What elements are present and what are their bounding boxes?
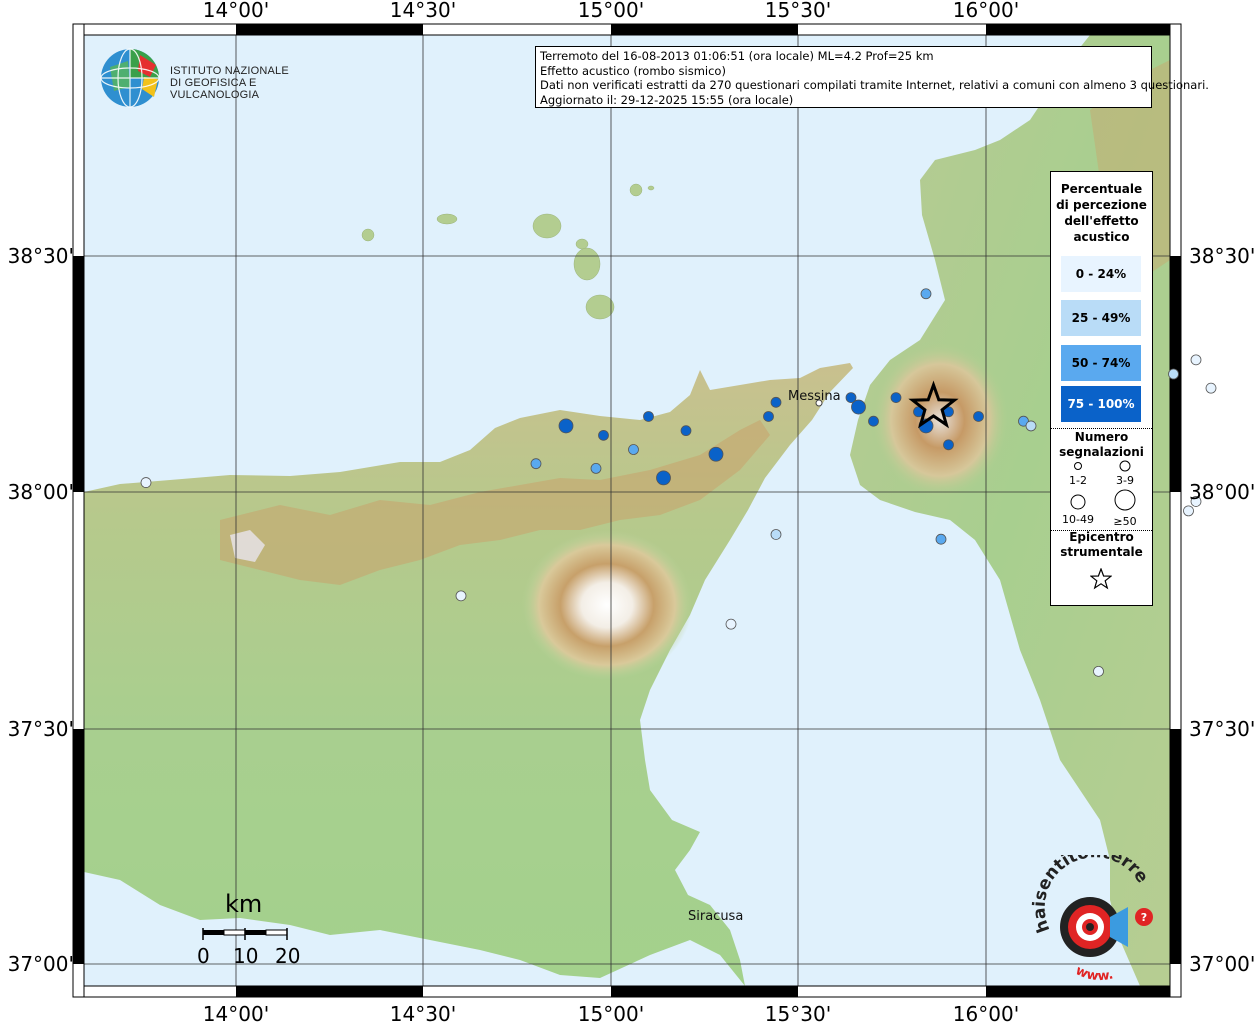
observation-point bbox=[558, 418, 574, 434]
legend-divider-1 bbox=[1051, 428, 1152, 429]
lon-tick-top-3: 15°00' bbox=[577, 0, 645, 22]
scale-label-0: 0 bbox=[197, 944, 210, 968]
observation-point bbox=[935, 533, 947, 545]
scale-unit: km bbox=[225, 890, 263, 918]
lat-tick-right-3: 37°30' bbox=[1189, 717, 1254, 741]
lon-tick-bottom-4: 15°30' bbox=[764, 1002, 832, 1026]
observation-point bbox=[656, 470, 671, 486]
observation-point bbox=[530, 458, 542, 470]
event-disclaimer: Dati non verificati estratti da 270 ques… bbox=[540, 78, 1209, 92]
observation-point bbox=[890, 392, 902, 404]
haisentito-logo: ? haisentitoilterremoto.it www. bbox=[1021, 840, 1170, 985]
observation-point bbox=[725, 618, 737, 630]
scale-bar-graphic bbox=[202, 928, 288, 940]
haisentito-target-icon: ? haisentitoilterremoto.it www. bbox=[1021, 840, 1153, 984]
legend-size-4: ≥50 bbox=[1113, 515, 1137, 528]
observation-point bbox=[1168, 368, 1179, 380]
lon-tick-bottom-3: 15°00' bbox=[577, 1002, 645, 1026]
observation-point bbox=[1183, 505, 1194, 517]
observation-point bbox=[590, 462, 602, 474]
observation-point bbox=[628, 444, 639, 455]
event-updated: Aggiornato il: 29-12-2025 15:55 (ora loc… bbox=[540, 92, 794, 107]
etna bbox=[522, 530, 692, 680]
legend-size-title: Numero segnalazioni bbox=[1059, 430, 1144, 459]
lon-tick-bottom-1: 14°00' bbox=[202, 1002, 270, 1026]
lon-tick-bottom-5: 16°00' bbox=[952, 1002, 1020, 1026]
observation-point bbox=[680, 425, 692, 437]
lon-tick-top-4: 15°30' bbox=[764, 0, 832, 22]
observation-point bbox=[920, 288, 932, 300]
haisentito-logo-www: www. bbox=[1073, 963, 1115, 984]
scale-label-10: 10 bbox=[233, 944, 259, 968]
observation-point bbox=[1205, 382, 1217, 394]
lat-tick-left-4: 37°00' bbox=[7, 952, 74, 976]
scale-bar: km 0 10 20 bbox=[195, 890, 315, 970]
event-effect: Effetto acustico (rombo sismico) bbox=[540, 63, 726, 78]
observation-point bbox=[708, 446, 724, 462]
event-info-box: Terremoto del 16-08-2013 01:06:51 (ora l… bbox=[535, 46, 1209, 108]
ingv-name-line1: ISTITUTO NAZIONALE bbox=[170, 65, 289, 77]
legend: Percentuale di percezione dell'effetto a… bbox=[1050, 171, 1153, 606]
lat-tick-left-2: 38°00' bbox=[7, 480, 74, 504]
legend-size-1: 1-2 bbox=[1069, 474, 1087, 487]
observation-point bbox=[455, 590, 467, 602]
observation-point bbox=[140, 477, 152, 488]
legend-class-3: 75 - 100% bbox=[1061, 386, 1141, 422]
observation-point bbox=[851, 399, 866, 415]
lat-tick-left-1: 38°30' bbox=[7, 244, 74, 268]
scale-label-20: 20 bbox=[275, 944, 301, 968]
legend-class-2: 50 - 74% bbox=[1061, 345, 1141, 381]
legend-star-icon bbox=[1090, 568, 1112, 590]
lat-tick-left-3: 37°30' bbox=[7, 717, 74, 741]
legend-size-3: 10-49 bbox=[1062, 513, 1094, 526]
ingv-name: ISTITUTO NAZIONALE DI GEOFISICA E VULCAN… bbox=[170, 65, 340, 101]
legend-class-1: 25 - 49% bbox=[1061, 300, 1141, 336]
event-title: Terremoto del 16-08-2013 01:06:51 (ora l… bbox=[540, 49, 934, 63]
lat-tick-right-2: 38°00' bbox=[1189, 480, 1254, 504]
observation-point bbox=[1025, 420, 1037, 432]
lon-tick-top-5: 16°00' bbox=[952, 0, 1020, 22]
observation-point bbox=[868, 415, 879, 427]
lon-tick-bottom-2: 14°30' bbox=[389, 1002, 457, 1026]
city-siracusa: Siracusa bbox=[688, 909, 744, 924]
legend-epicenter-title: Epicentro strumentale bbox=[1060, 530, 1143, 559]
messina-marker bbox=[815, 399, 823, 407]
ingv-globe-icon bbox=[100, 48, 160, 108]
observation-point bbox=[763, 411, 774, 422]
ingv-name-line2: DI GEOFISICA E VULCANOLOGIA bbox=[170, 77, 260, 101]
observation-point bbox=[770, 529, 782, 540]
observation-point bbox=[973, 411, 984, 422]
observation-point bbox=[943, 439, 954, 451]
ingv-logo: ISTITUTO NAZIONALE DI GEOFISICA E VULCAN… bbox=[100, 47, 340, 111]
observation-point bbox=[643, 411, 654, 422]
lat-tick-right-1: 38°30' bbox=[1189, 244, 1254, 268]
observation-point bbox=[1190, 354, 1202, 366]
legend-class-0: 0 - 24% bbox=[1061, 256, 1141, 292]
lat-tick-right-4: 37°00' bbox=[1189, 952, 1254, 976]
lon-tick-top-2: 14°30' bbox=[389, 0, 457, 22]
svg-text:www.: www. bbox=[1073, 963, 1115, 984]
lon-tick-top-1: 14°00' bbox=[202, 0, 270, 22]
legend-title: Percentuale di percezione dell'effetto a… bbox=[1056, 182, 1147, 244]
svg-text:?: ? bbox=[1141, 911, 1147, 924]
observation-point bbox=[770, 396, 782, 408]
observation-point bbox=[598, 429, 609, 441]
observation-point bbox=[1093, 665, 1104, 677]
legend-size-2: 3-9 bbox=[1116, 474, 1134, 487]
